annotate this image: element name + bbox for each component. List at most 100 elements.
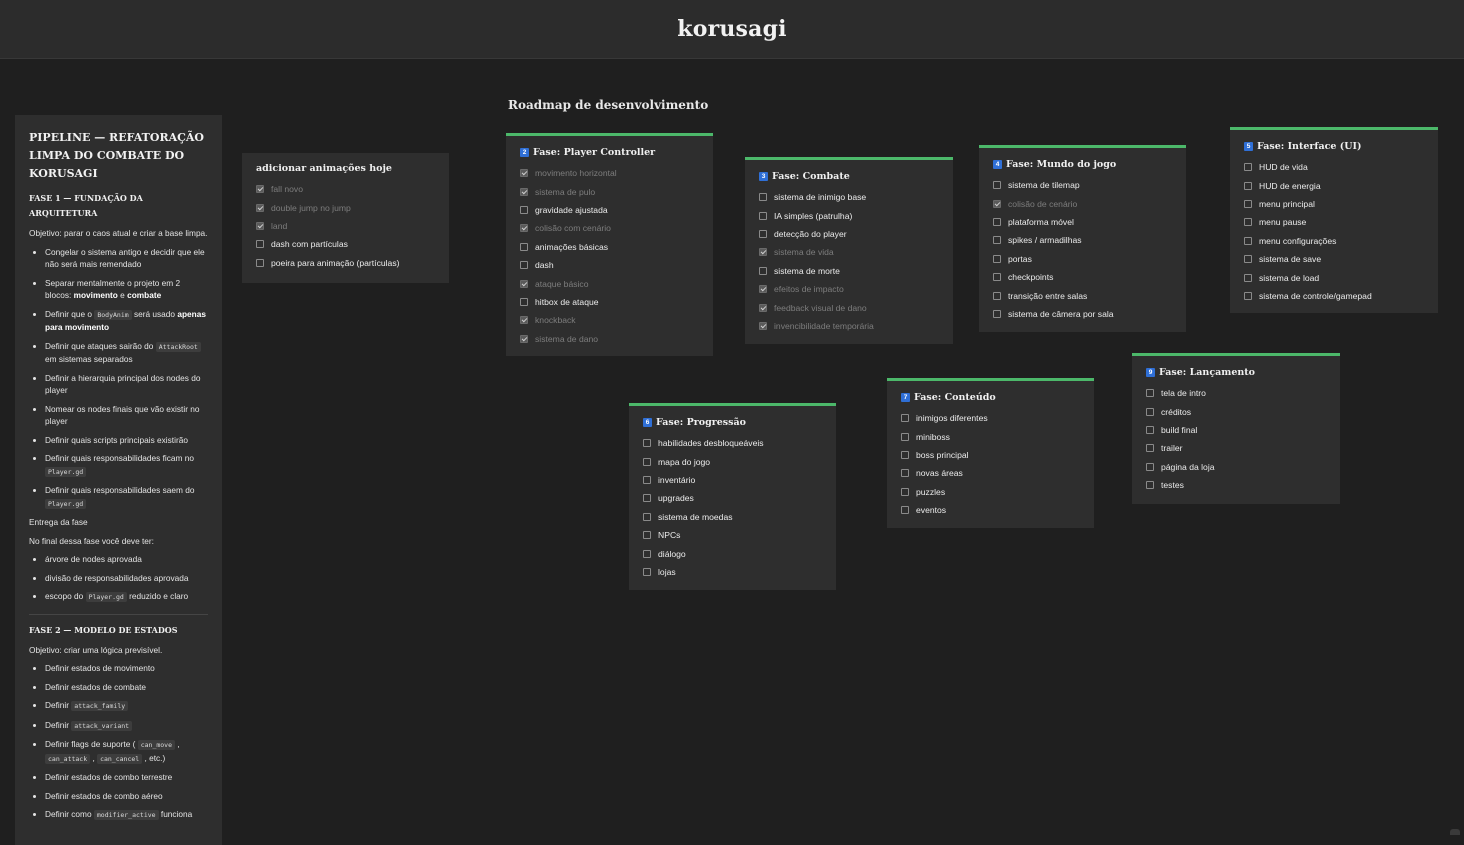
checked-checkbox[interactable] [759, 248, 767, 257]
checklist-item[interactable]: sistema de inimigo base [759, 188, 939, 206]
checkbox[interactable] [643, 457, 651, 466]
checkbox[interactable] [1146, 389, 1154, 398]
checkbox[interactable] [520, 242, 528, 251]
checklist-item[interactable]: créditos [1146, 402, 1326, 420]
checked-checkbox[interactable] [520, 224, 528, 233]
checkbox[interactable] [643, 549, 651, 558]
checklist-item[interactable]: inimigos diferentes [901, 409, 1080, 427]
checklist-item[interactable]: lojas [643, 563, 822, 581]
checklist-item[interactable]: tela de intro [1146, 384, 1326, 402]
checklist-item[interactable]: trailer [1146, 439, 1326, 457]
checklist-item[interactable]: dash com partículas [256, 235, 435, 253]
checkbox[interactable] [1244, 218, 1252, 227]
checklist-item[interactable]: HUD de energia [1244, 176, 1424, 194]
checked-checkbox[interactable] [520, 316, 528, 325]
checklist-item[interactable]: fall novo [256, 180, 435, 198]
checklist-item[interactable]: movimento horizontal [520, 164, 699, 182]
checklist-item[interactable]: checkpoints [993, 268, 1172, 286]
checked-checkbox[interactable] [759, 303, 767, 312]
checklist-item[interactable]: miniboss [901, 427, 1080, 445]
checkbox[interactable] [256, 258, 264, 267]
checkbox[interactable] [643, 512, 651, 521]
checkbox[interactable] [759, 266, 767, 275]
checked-checkbox[interactable] [520, 279, 528, 288]
checkbox[interactable] [993, 309, 1001, 318]
checklist-item[interactable]: página da loja [1146, 458, 1326, 476]
checkbox[interactable] [1244, 181, 1252, 190]
checked-checkbox[interactable] [993, 199, 1001, 208]
checkbox[interactable] [993, 273, 1001, 282]
checklist-item[interactable]: dash [520, 256, 699, 274]
checklist-item[interactable]: boss principal [901, 446, 1080, 464]
checkbox[interactable] [1244, 273, 1252, 282]
checked-checkbox[interactable] [256, 221, 264, 230]
checklist-item[interactable]: invencibilidade temporária [759, 317, 939, 335]
checklist-item[interactable]: NPCs [643, 526, 822, 544]
checklist-item[interactable]: sistema de tilemap [993, 176, 1172, 194]
checklist-item[interactable]: transição entre salas [993, 286, 1172, 304]
checkbox[interactable] [1244, 291, 1252, 300]
checkbox[interactable] [1244, 236, 1252, 245]
checkbox[interactable] [993, 217, 1001, 226]
checklist-item[interactable]: efeitos de impacto [759, 280, 939, 298]
checkbox[interactable] [256, 240, 264, 249]
checklist-item[interactable]: diálogo [643, 544, 822, 562]
checklist-item[interactable]: ataque básico [520, 274, 699, 292]
checked-checkbox[interactable] [256, 185, 264, 194]
checklist-item[interactable]: sistema de câmera por sala [993, 305, 1172, 323]
checklist-item[interactable]: poeira para animação (partículas) [256, 254, 435, 272]
checked-checkbox[interactable] [759, 321, 767, 330]
checklist-item[interactable]: colisão de cenário [993, 194, 1172, 212]
checkbox[interactable] [1244, 199, 1252, 208]
scroll-indicator[interactable] [1450, 829, 1460, 835]
checklist-item[interactable]: build final [1146, 421, 1326, 439]
checklist-item[interactable]: sistema de morte [759, 262, 939, 280]
checklist-item[interactable]: sistema de controle/gamepad [1244, 287, 1424, 305]
checklist-item[interactable]: hitbox de ataque [520, 293, 699, 311]
checked-checkbox[interactable] [520, 169, 528, 178]
checklist-item[interactable]: spikes / armadilhas [993, 231, 1172, 249]
checklist-item[interactable]: sistema de dano [520, 330, 699, 348]
checkbox[interactable] [993, 236, 1001, 245]
checkbox[interactable] [901, 487, 909, 496]
checklist-item[interactable]: menu configurações [1244, 232, 1424, 250]
checkbox[interactable] [643, 439, 651, 448]
checklist-item[interactable]: mapa do jogo [643, 452, 822, 470]
checkbox[interactable] [993, 254, 1001, 263]
checklist-item[interactable]: HUD de vida [1244, 158, 1424, 176]
checkbox[interactable] [643, 531, 651, 540]
checklist-item[interactable]: menu pause [1244, 213, 1424, 231]
checkbox[interactable] [1146, 444, 1154, 453]
checklist-item[interactable]: eventos [901, 501, 1080, 519]
checked-checkbox[interactable] [256, 203, 264, 212]
checklist-item[interactable]: menu principal [1244, 195, 1424, 213]
checklist-item[interactable]: gravidade ajustada [520, 201, 699, 219]
checklist-item[interactable]: testes [1146, 476, 1326, 494]
checkbox[interactable] [1244, 255, 1252, 264]
checkbox[interactable] [643, 494, 651, 503]
checkbox[interactable] [993, 181, 1001, 190]
checklist-item[interactable]: upgrades [643, 489, 822, 507]
checkbox[interactable] [1244, 163, 1252, 172]
checked-checkbox[interactable] [520, 334, 528, 343]
checkbox[interactable] [520, 205, 528, 214]
checklist-item[interactable]: portas [993, 250, 1172, 268]
checklist-item[interactable]: IA simples (patrulha) [759, 206, 939, 224]
checklist-item[interactable]: sistema de pulo [520, 182, 699, 200]
checkbox[interactable] [759, 193, 767, 202]
checkbox[interactable] [1146, 462, 1154, 471]
checkbox[interactable] [759, 211, 767, 220]
checklist-item[interactable]: sistema de vida [759, 243, 939, 261]
checkbox[interactable] [901, 506, 909, 515]
checklist-item[interactable]: land [256, 217, 435, 235]
checklist-item[interactable]: inventário [643, 471, 822, 489]
checklist-item[interactable]: sistema de moedas [643, 508, 822, 526]
checkbox[interactable] [520, 261, 528, 270]
checkbox[interactable] [993, 291, 1001, 300]
checklist-item[interactable]: habilidades desbloqueáveis [643, 434, 822, 452]
checklist-item[interactable]: sistema de save [1244, 250, 1424, 268]
checklist-item[interactable]: puzzles [901, 483, 1080, 501]
checklist-item[interactable]: novas áreas [901, 464, 1080, 482]
checkbox[interactable] [901, 450, 909, 459]
checkbox[interactable] [520, 297, 528, 306]
